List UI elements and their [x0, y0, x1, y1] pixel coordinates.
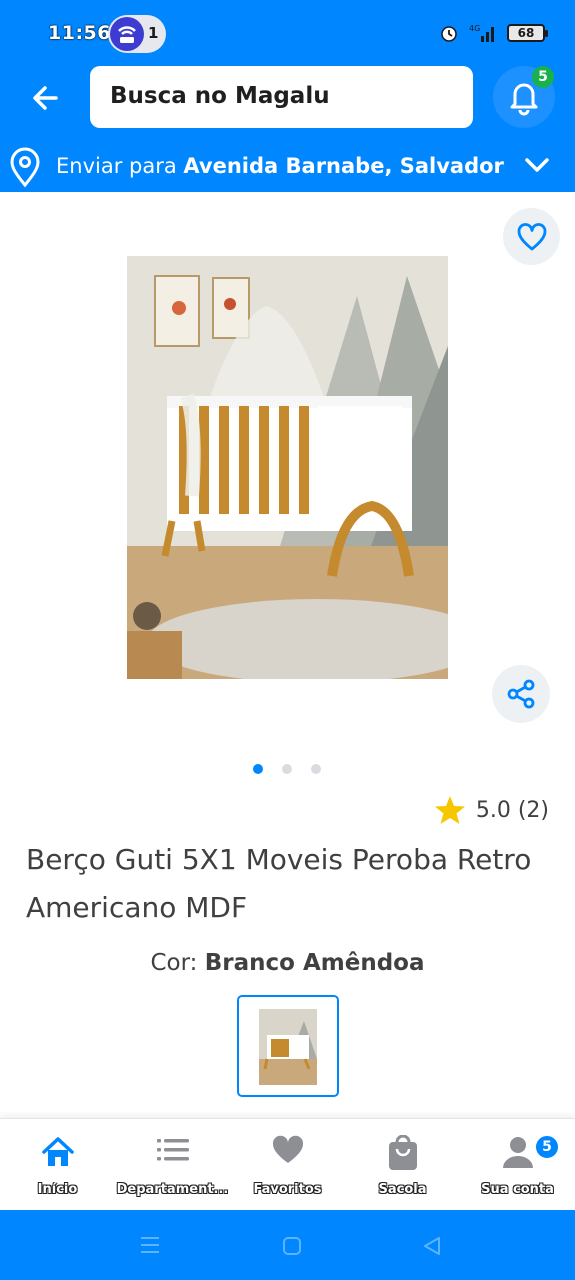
system-navigation-bar	[0, 1210, 575, 1280]
bottom-navigation: Início Departament... Favoritos Sacola S…	[0, 1118, 575, 1210]
image-carousel-dots	[253, 764, 321, 774]
app-header: 11:56 1 4G 68 Busca no Magalu 5 Enviar p…	[0, 0, 575, 192]
status-bar: 11:56 1 4G 68	[0, 0, 575, 64]
share-icon	[507, 679, 535, 709]
carousel-dot[interactable]	[311, 764, 321, 774]
user-icon	[502, 1137, 533, 1168]
clock: 11:56	[48, 22, 111, 44]
color-label: Cor:	[150, 950, 198, 976]
bag-icon	[388, 1135, 417, 1170]
nav-label: Departament...	[116, 1182, 229, 1197]
nav-label: Sacola	[378, 1182, 427, 1197]
arrow-left-icon	[33, 86, 58, 110]
battery-icon: 68	[507, 24, 548, 42]
nav-item-favoritos[interactable]: Favoritos	[230, 1119, 345, 1211]
home-circle-icon[interactable]	[281, 1235, 303, 1257]
alarm-icon	[441, 26, 457, 42]
favorite-button[interactable]	[503, 208, 560, 265]
heart-icon	[272, 1135, 303, 1163]
rating-value: 5.0 (2)	[475, 797, 549, 823]
address-value: Avenida Barnabe, Salvador	[183, 154, 504, 178]
color-option-swatch[interactable]	[237, 995, 339, 1097]
nav-item-inicio[interactable]: Início	[0, 1119, 115, 1211]
search-placeholder: Busca no Magalu	[110, 83, 330, 109]
delivery-address-bar[interactable]: Enviar para Avenida Barnabe, Salvador	[0, 140, 575, 192]
carousel-dot[interactable]	[282, 764, 292, 774]
product-title: Berço Guti 5X1 Moveis Peroba Retro Ameri…	[26, 843, 532, 924]
nav-item-sua-conta[interactable]: Sua conta	[460, 1119, 575, 1211]
hotspot-icon	[110, 17, 144, 51]
svg-text:4G: 4G	[469, 24, 480, 33]
account-badge: 5	[534, 1134, 560, 1160]
product-rating[interactable]: 5.0 (2)	[434, 795, 549, 825]
color-option-thumbnail	[259, 1009, 317, 1085]
list-icon	[156, 1139, 189, 1161]
hotspot-indicator: 1	[108, 15, 166, 53]
location-pin-icon	[10, 147, 40, 188]
back-triangle-icon[interactable]	[421, 1235, 443, 1257]
chevron-down-icon	[525, 158, 549, 172]
signal-icon: 4G	[469, 24, 494, 42]
hotspot-count: 1	[148, 24, 159, 42]
nav-label: Favoritos	[253, 1182, 322, 1197]
home-icon	[41, 1137, 74, 1166]
color-value: Branco Amêndoa	[204, 950, 425, 976]
heart-outline-icon	[517, 223, 547, 251]
recents-icon[interactable]	[139, 1235, 161, 1255]
color-selector-label: Cor: Branco Amêndoa	[0, 950, 575, 976]
delivery-address-text: Enviar para Avenida Barnabe, Salvador	[56, 154, 504, 178]
nav-item-departamentos[interactable]: Departament...	[115, 1119, 230, 1211]
status-icons: 4G 68	[439, 20, 548, 46]
notification-badge: 5	[532, 66, 554, 88]
back-button[interactable]	[24, 78, 68, 118]
nav-label: Início	[37, 1182, 78, 1197]
carousel-dot[interactable]	[253, 764, 263, 774]
search-input[interactable]: Busca no Magalu	[90, 66, 473, 128]
star-icon	[434, 796, 465, 824]
nav-label: Sua conta	[481, 1182, 554, 1197]
nav-item-sacola[interactable]: Sacola	[345, 1119, 460, 1211]
share-button[interactable]	[492, 665, 550, 723]
product-image[interactable]	[127, 256, 448, 679]
address-prefix: Enviar para	[56, 154, 177, 178]
